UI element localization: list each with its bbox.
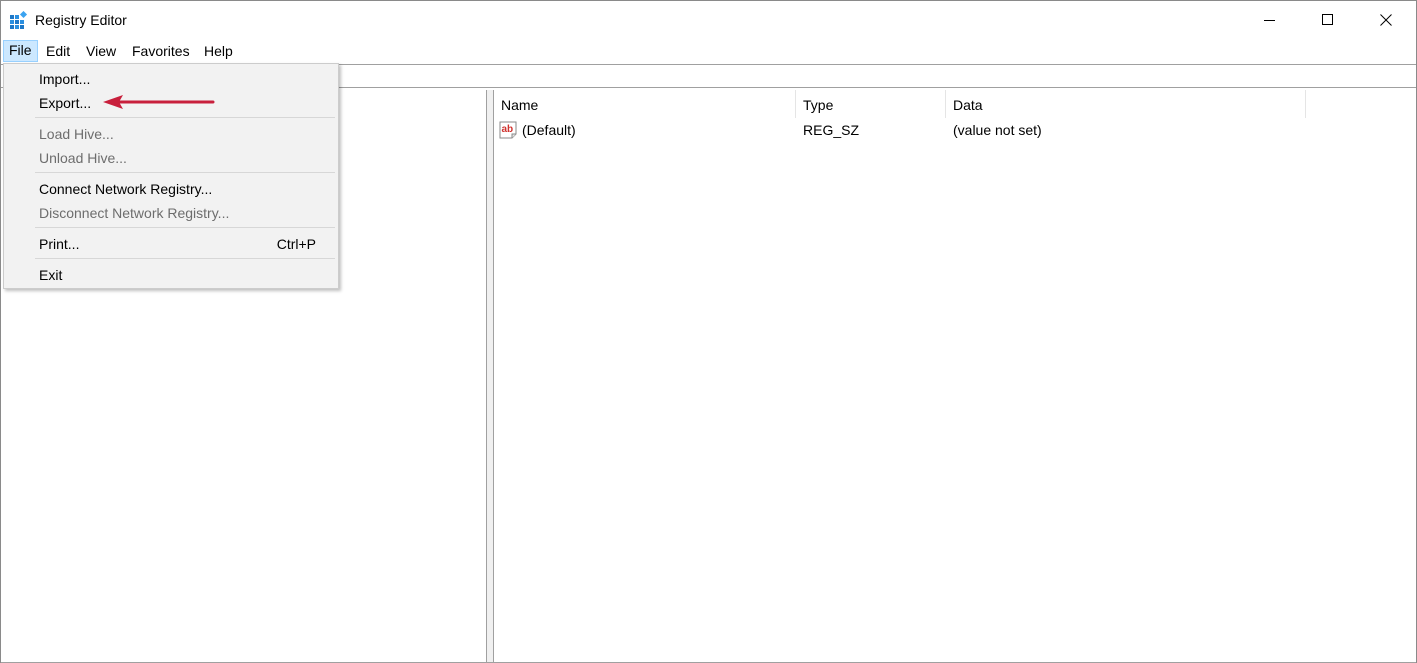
value-type: REG_SZ [803,122,860,138]
menu-separator [35,172,335,173]
menu-item-disconnect-network-registry: Disconnect Network Registry... [39,205,230,221]
close-button[interactable] [1357,1,1415,39]
minimize-icon [1264,20,1275,21]
values-list-pane[interactable]: Name Type Data ab (Default) REG_SZ (valu… [493,90,1416,662]
annotation-arrow-icon [103,95,215,109]
menu-edit[interactable]: Edit [41,41,75,61]
menu-help[interactable]: Help [199,41,238,61]
window-title: Registry Editor [35,12,127,28]
menu-item-load-hive: Load Hive... [39,126,114,142]
menu-item-exit[interactable]: Exit [4,263,338,287]
minimize-button[interactable] [1241,1,1299,39]
svg-text:ab: ab [502,124,514,135]
maximize-button[interactable] [1299,1,1357,39]
menu-separator [35,227,335,228]
list-header: Name Type Data [494,90,1416,118]
close-icon [1380,14,1392,26]
menu-item-connect-network-registry[interactable]: Connect Network Registry... [4,177,338,201]
value-data: (value not set) [953,122,1042,138]
maximize-icon [1322,14,1333,25]
menu-file[interactable]: File [3,40,38,62]
menu-item-import[interactable]: Import... [4,67,338,91]
menu-item-print[interactable]: Print... Ctrl+P [4,232,338,256]
menu-separator [35,258,335,259]
menu-bar: File Edit View Favorites Help [1,39,1416,63]
list-item[interactable]: ab (Default) REG_SZ (value not set) [494,118,1416,142]
value-name: (Default) [522,122,576,138]
registry-editor-window: Registry Editor File Edit View Favorites… [0,0,1417,663]
registry-editor-app-icon [10,10,28,29]
column-header-name[interactable]: Name [494,90,796,118]
title-bar[interactable]: Registry Editor [1,1,1416,39]
menu-view[interactable]: View [81,41,121,61]
print-shortcut: Ctrl+P [276,236,316,252]
column-header-type[interactable]: Type [796,90,946,118]
column-header-data[interactable]: Data [946,90,1306,118]
string-value-icon: ab [499,121,519,139]
menu-separator [35,117,335,118]
menu-favorites[interactable]: Favorites [127,41,195,61]
menu-item-unload-hive: Unload Hive... [39,150,127,166]
